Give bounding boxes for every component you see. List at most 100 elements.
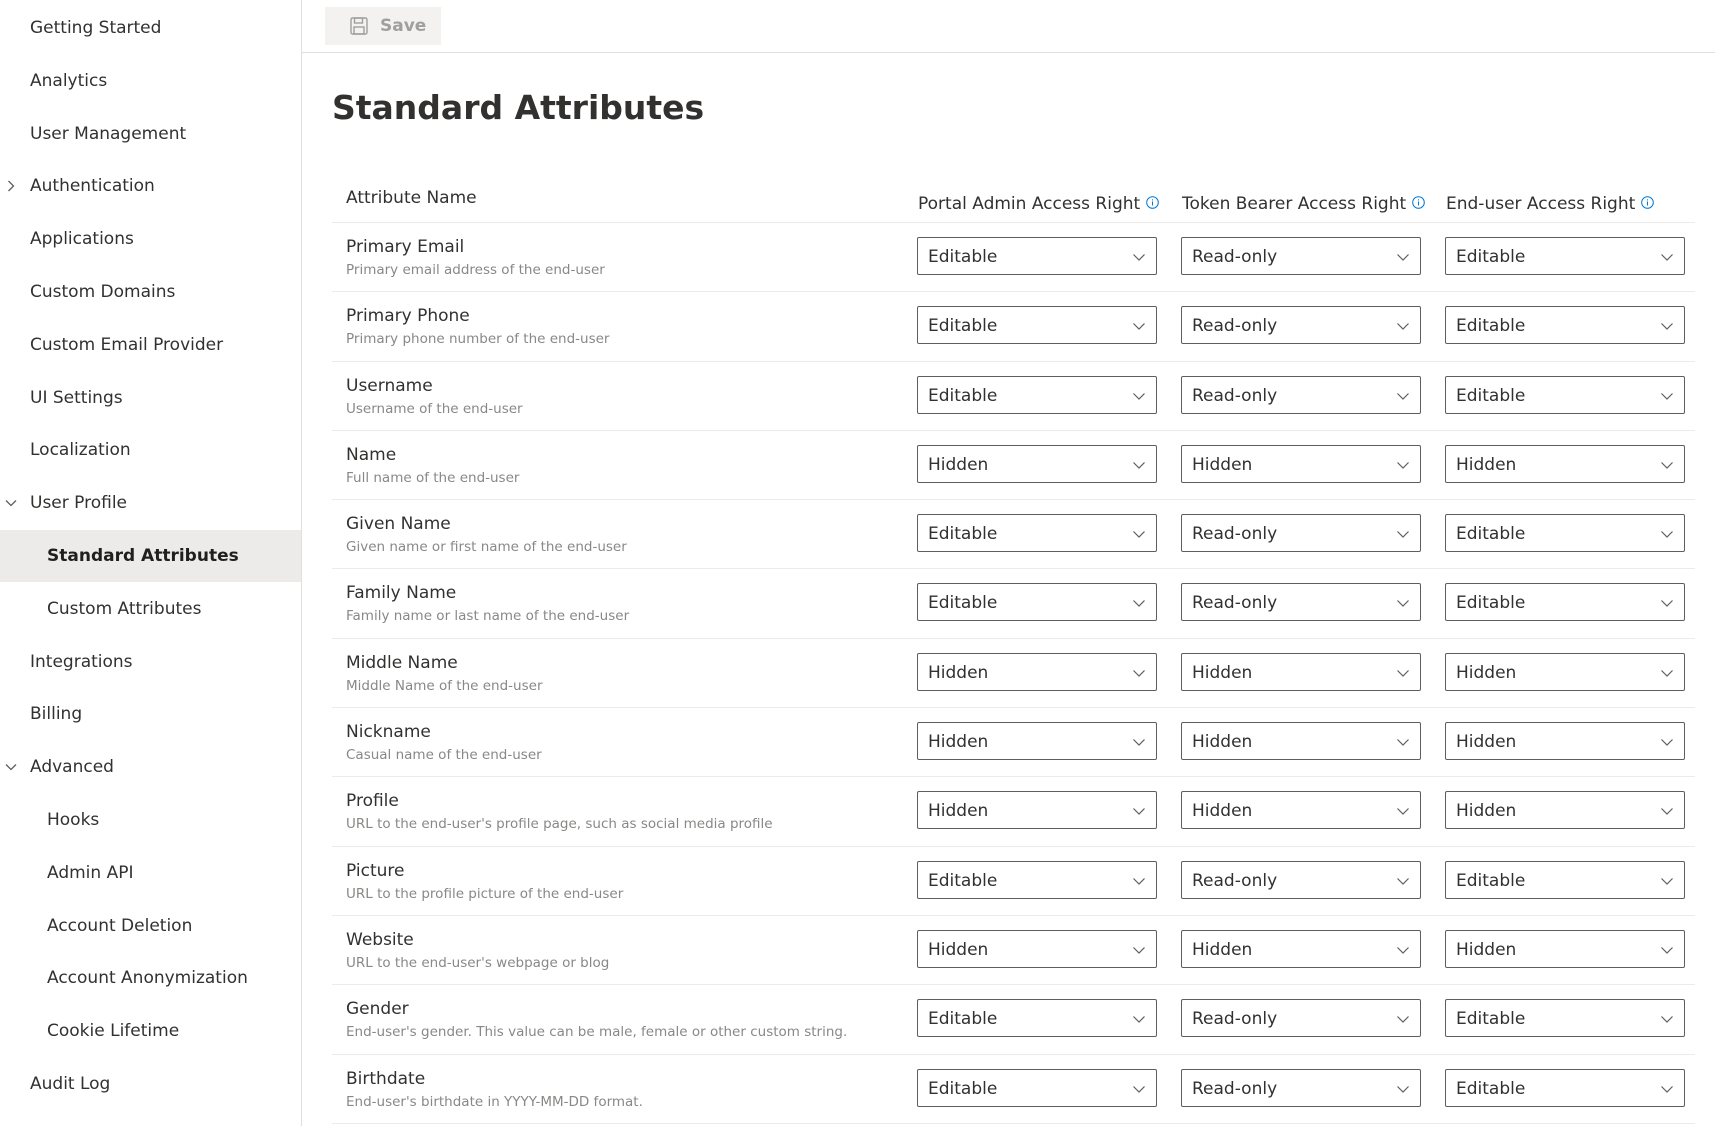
end-user-access-dropdown[interactable]: Editable <box>1445 375 1685 414</box>
sidebar-item-authentication[interactable]: Authentication <box>0 160 301 212</box>
table-row: Family Name Family name or last name of t… <box>332 569 1695 639</box>
dropdown-value: Editable <box>928 870 998 891</box>
sidebar-item-cookie-lifetime[interactable]: Cookie Lifetime <box>0 1005 301 1057</box>
sidebar-item-account-deletion[interactable]: Account Deletion <box>0 900 301 952</box>
portal-admin-access-dropdown[interactable]: Editable <box>917 375 1157 414</box>
attribute-name: Username <box>346 375 433 396</box>
dropdown-value: Editable <box>928 1009 998 1030</box>
sidebar-item-custom-attributes[interactable]: Custom Attributes <box>0 583 301 635</box>
column-header-portal-admin: Portal Admin Access Right <box>918 194 1160 214</box>
sidebar-item-analytics[interactable]: Analytics <box>0 55 301 107</box>
portal-admin-access-dropdown[interactable]: Editable <box>917 237 1157 275</box>
end-user-access-dropdown[interactable]: Hidden <box>1445 929 1685 968</box>
sidebar-item-audit-log[interactable]: Audit Log <box>0 1058 301 1110</box>
end-user-access-dropdown[interactable]: Editable <box>1445 999 1685 1038</box>
info-icon[interactable] <box>1412 196 1425 209</box>
sidebar-item-integrations[interactable]: Integrations <box>0 636 301 688</box>
save-button-label: Save <box>380 16 427 36</box>
attribute-description: Primary phone number of the end-user <box>346 331 610 348</box>
portal-admin-access-dropdown[interactable]: Hidden <box>917 652 1157 691</box>
info-icon[interactable] <box>1146 196 1160 209</box>
dropdown-value: Editable <box>928 1078 998 1099</box>
sidebar-item-label: Applications <box>30 229 134 250</box>
portal-admin-access-dropdown[interactable]: Editable <box>917 306 1157 345</box>
info-icon[interactable] <box>1641 196 1655 209</box>
attribute-name: Website <box>346 929 414 950</box>
sidebar-item-label: Custom Domains <box>30 282 176 302</box>
attribute-description: End-user's birthdate in YYYY-MM-DD forma… <box>346 1093 643 1110</box>
chevron-down-icon[interactable] <box>4 496 18 510</box>
chevron-down-icon <box>1397 808 1409 816</box>
dropdown-value: Editable <box>1456 1009 1526 1030</box>
token-bearer-access-dropdown[interactable]: Hidden <box>1181 929 1421 968</box>
table-body: Primary Email Primary email address of th… <box>332 223 1695 1124</box>
app-root: Getting Started Analytics User Management A… <box>0 0 1715 1126</box>
end-user-access-dropdown[interactable]: Hidden <box>1445 791 1685 830</box>
attribute-description: Casual name of the end-user <box>346 747 542 764</box>
sidebar-item-label: Advanced <box>30 757 114 778</box>
sidebar-nav: Getting Started Analytics User Management A… <box>0 0 302 1126</box>
end-user-access-dropdown[interactable]: Editable <box>1445 237 1685 275</box>
end-user-access-dropdown[interactable]: Editable <box>1445 514 1685 553</box>
end-user-access-dropdown[interactable]: Hidden <box>1445 722 1685 761</box>
portal-admin-access-dropdown[interactable]: Editable <box>917 860 1157 899</box>
dropdown-value: Read-only <box>1192 870 1278 891</box>
sidebar-item-billing[interactable]: Billing <box>0 688 301 740</box>
chevron-down-icon[interactable] <box>4 760 18 774</box>
save-button[interactable]: Save <box>325 7 441 45</box>
token-bearer-access-dropdown[interactable]: Read-only <box>1181 306 1421 345</box>
sidebar-item-standard-attributes[interactable]: Standard Attributes <box>0 530 301 582</box>
end-user-access-dropdown[interactable]: Hidden <box>1445 444 1685 483</box>
portal-admin-access-dropdown[interactable]: Editable <box>917 514 1157 553</box>
chevron-down-icon <box>1133 877 1145 885</box>
attribute-description: Username of the end-user <box>346 400 523 417</box>
dropdown-value: Hidden <box>1456 732 1517 753</box>
portal-admin-access-dropdown[interactable]: Editable <box>917 1068 1157 1107</box>
sidebar-item-label: User Management <box>30 123 187 144</box>
sidebar-item-user-profile[interactable]: User Profile <box>0 477 301 529</box>
table-row: Given Name Given name or first name of th… <box>332 500 1695 570</box>
token-bearer-access-dropdown[interactable]: Hidden <box>1181 652 1421 691</box>
sidebar-item-localization[interactable]: Localization <box>0 424 301 476</box>
dropdown-value: Hidden <box>928 939 989 960</box>
end-user-access-dropdown[interactable]: Editable <box>1445 306 1685 345</box>
attribute-name: Primary Phone <box>346 306 470 327</box>
token-bearer-access-dropdown[interactable]: Read-only <box>1181 237 1421 275</box>
attribute-name: Middle Name <box>346 652 458 673</box>
end-user-access-dropdown[interactable]: Editable <box>1445 583 1685 622</box>
end-user-access-dropdown[interactable]: Hidden <box>1445 652 1685 691</box>
portal-admin-access-dropdown[interactable]: Hidden <box>917 722 1157 761</box>
chevron-down-icon <box>1661 669 1673 677</box>
sidebar-item-user-management[interactable]: User Management <box>0 108 301 160</box>
dropdown-value: Editable <box>1456 593 1526 614</box>
sidebar-item-getting-started[interactable]: Getting Started <box>0 2 301 54</box>
sidebar-item-ui-settings[interactable]: UI Settings <box>0 372 301 424</box>
sidebar-item-applications[interactable]: Applications <box>0 213 301 265</box>
end-user-access-dropdown[interactable]: Editable <box>1445 860 1685 899</box>
portal-admin-access-dropdown[interactable]: Hidden <box>917 929 1157 968</box>
token-bearer-access-dropdown[interactable]: Read-only <box>1181 514 1421 553</box>
token-bearer-access-dropdown[interactable]: Hidden <box>1181 444 1421 483</box>
token-bearer-access-dropdown[interactable]: Read-only <box>1181 999 1421 1038</box>
sidebar-item-admin-api[interactable]: Admin API <box>0 847 301 899</box>
sidebar-item-custom-domains[interactable]: Custom Domains <box>0 266 301 318</box>
end-user-access-dropdown[interactable]: Editable <box>1445 1068 1685 1107</box>
portal-admin-access-dropdown[interactable]: Editable <box>917 999 1157 1038</box>
token-bearer-access-dropdown[interactable]: Read-only <box>1181 375 1421 414</box>
portal-admin-access-dropdown[interactable]: Editable <box>917 583 1157 622</box>
token-bearer-access-dropdown[interactable]: Hidden <box>1181 791 1421 830</box>
token-bearer-access-dropdown[interactable]: Hidden <box>1181 722 1421 761</box>
chevron-down-icon <box>1133 1085 1145 1093</box>
column-header-end-user: End-user Access Right <box>1446 194 1655 214</box>
token-bearer-access-dropdown[interactable]: Read-only <box>1181 583 1421 622</box>
token-bearer-access-dropdown[interactable]: Read-only <box>1181 860 1421 899</box>
sidebar-item-custom-email-provider[interactable]: Custom Email Provider <box>0 319 301 371</box>
token-bearer-access-dropdown[interactable]: Read-only <box>1181 1068 1421 1107</box>
sidebar-item-hooks[interactable]: Hooks <box>0 794 301 846</box>
sidebar-item-advanced[interactable]: Advanced <box>0 741 301 793</box>
sidebar-item-account-anonymization[interactable]: Account Anonymization <box>0 952 301 1004</box>
portal-admin-access-dropdown[interactable]: Hidden <box>917 444 1157 483</box>
chevron-down-icon <box>1397 947 1409 954</box>
portal-admin-access-dropdown[interactable]: Hidden <box>917 791 1157 830</box>
chevron-right-icon[interactable] <box>4 179 18 193</box>
